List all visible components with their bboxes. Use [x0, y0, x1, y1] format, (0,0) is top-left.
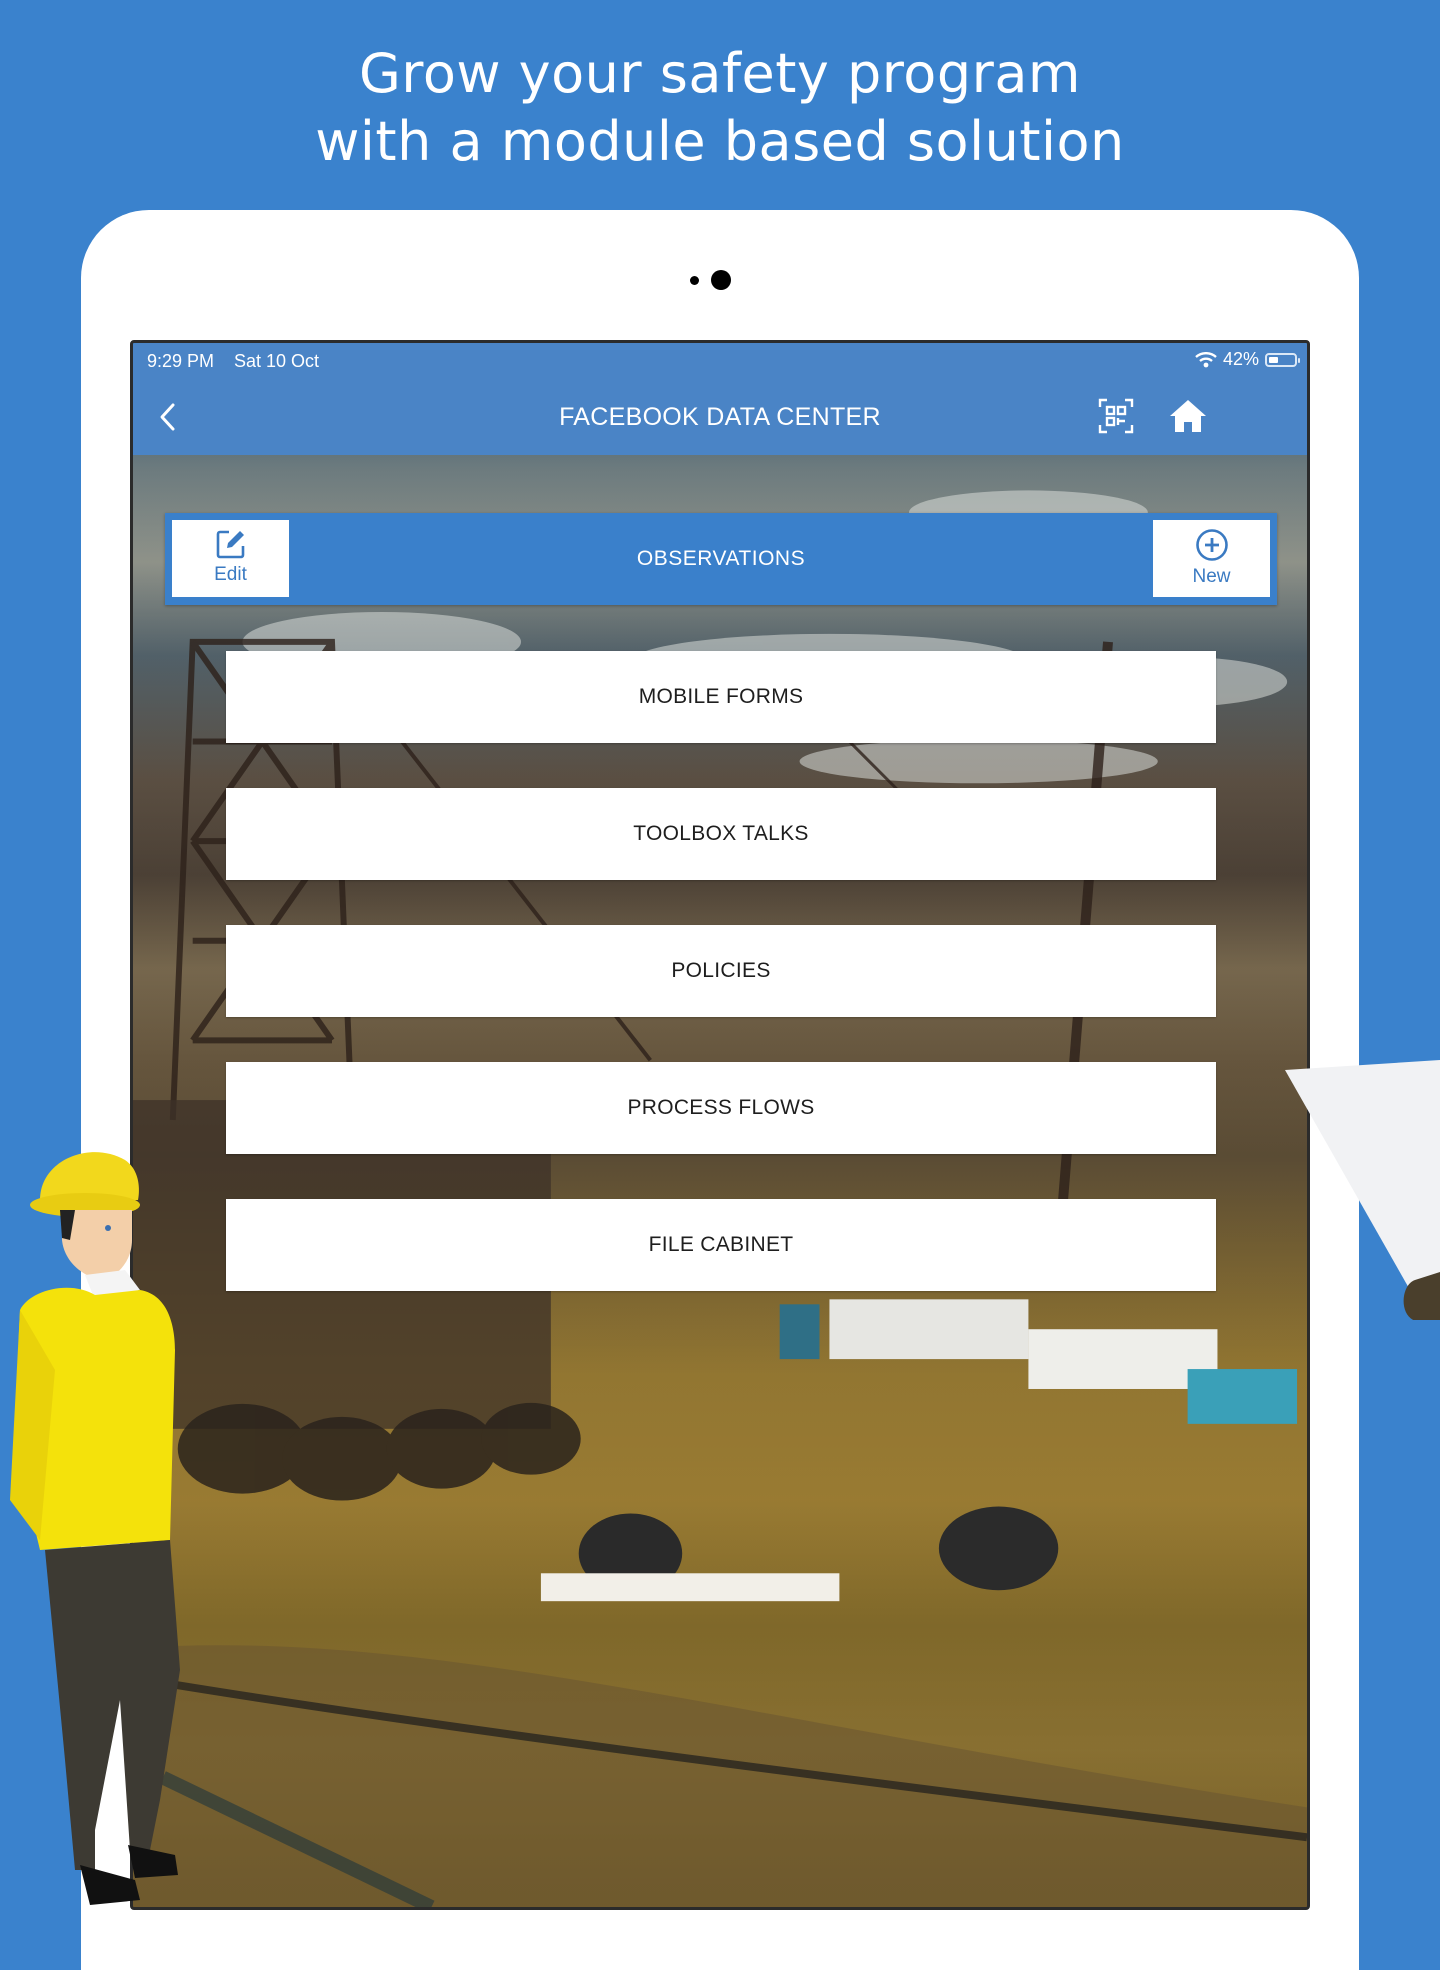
promo-headline-line2: with a module based solution	[315, 110, 1125, 173]
menu-item-mobile-forms[interactable]: MOBILE FORMS	[226, 651, 1216, 743]
plus-circle-icon	[1195, 529, 1228, 561]
promo-headline: Grow your safety program with a module b…	[0, 40, 1440, 176]
menu-item-policies[interactable]: POLICIES	[226, 925, 1216, 1017]
page-indicator	[0, 270, 1440, 290]
menu-item-label: FILE CABINET	[648, 1233, 794, 1256]
menu-item-label: PROCESS FLOWS	[627, 1096, 815, 1119]
app-screen: 9:29 PM Sat 10 Oct 42% FACEBOOK DATA CEN…	[130, 340, 1310, 1910]
qr-scan-icon[interactable]	[1098, 398, 1134, 434]
status-bar: 9:29 PM Sat 10 Oct 42%	[133, 343, 1307, 379]
wifi-icon	[1195, 351, 1217, 367]
status-date: Sat 10 Oct	[234, 351, 320, 371]
menu-item-label: MOBILE FORMS	[638, 685, 804, 708]
battery-icon	[1265, 352, 1300, 367]
status-time: 9:29 PM	[147, 351, 215, 371]
worker-illustration	[10, 1152, 180, 1905]
page-dot-active[interactable]	[711, 270, 731, 290]
new-label: New	[1192, 566, 1231, 587]
menu-item-process-flows[interactable]: PROCESS FLOWS	[226, 1062, 1216, 1154]
document-illustration	[1285, 1060, 1440, 1320]
battery-percent: 42%	[1222, 349, 1259, 369]
new-button[interactable]: New	[1153, 520, 1270, 597]
section-title: OBSERVATIONS	[636, 547, 806, 570]
menu-item-label: TOOLBOX TALKS	[633, 822, 809, 845]
menu-item-toolbox-talks[interactable]: TOOLBOX TALKS	[226, 788, 1216, 880]
promo-headline-line1: Grow your safety program	[358, 42, 1082, 105]
home-icon[interactable]	[1168, 398, 1208, 434]
menu-item-file-cabinet[interactable]: FILE CABINET	[226, 1199, 1216, 1291]
menu-item-label: POLICIES	[671, 959, 771, 982]
observations-bar: Edit OBSERVATIONS New	[165, 513, 1277, 605]
nav-bar: FACEBOOK DATA CENTER	[133, 379, 1307, 455]
page-dot[interactable]	[690, 276, 699, 285]
